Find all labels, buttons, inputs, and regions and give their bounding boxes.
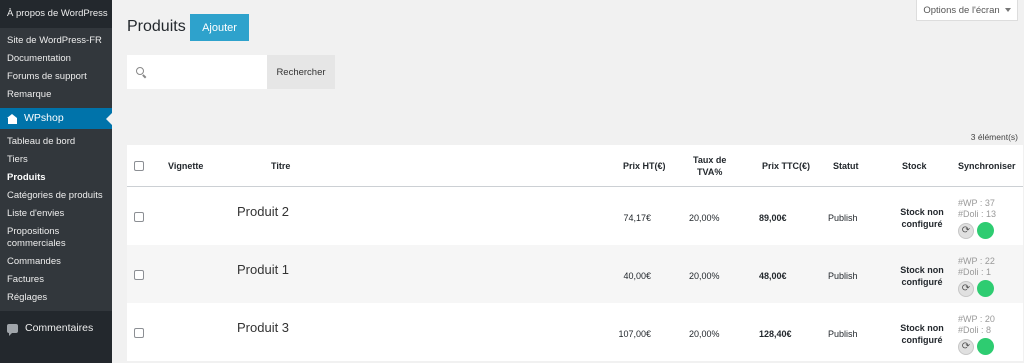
doli-id: #Doli : 1 [958,267,992,277]
sidebar-item-wpshop[interactable]: WPshop [0,108,112,129]
add-product-button[interactable]: Ajouter [190,14,249,41]
refresh-icon[interactable]: ⟳ [958,338,974,355]
row-checkbox[interactable] [134,328,144,338]
sync-status-dot [977,280,994,297]
column-tva-line1: Taux de [693,155,727,165]
column-title[interactable]: Titre [271,161,290,171]
search-icon [136,67,144,75]
refresh-icon[interactable]: ⟳ [958,222,974,239]
stock-status: Stock non configuré [897,264,947,288]
stock-status-line1: Stock non [900,323,944,333]
product-title-link[interactable]: Produit 2 [237,204,289,219]
sync-cell: #WP : 37 #Doli : 13 ⟳ [958,198,996,239]
wp-id: #WP : 20 [958,314,995,324]
screen-options-button[interactable]: Options de l'écran [916,0,1018,21]
stock-status-line2: configuré [901,335,943,345]
search-button[interactable]: Rechercher [267,55,335,89]
stock-status-line2: configuré [901,219,943,229]
stock-status: Stock non configuré [897,322,947,346]
column-status: Statut [833,161,859,171]
price-ht: 107,00€ [618,329,651,339]
submenu-products[interactable]: Produits [0,169,112,187]
shop-icon [7,113,18,124]
products-table: Vignette Titre Prix HT(€) Taux de TVA% P… [127,145,1023,361]
row-checkbox[interactable] [134,270,144,280]
comments-icon [7,323,18,336]
column-thumbnail: Vignette [168,161,204,171]
status-text: Publish [828,271,858,281]
sync-cell: #WP : 20 #Doli : 8 ⟳ [958,314,995,355]
product-title-link[interactable]: Produit 1 [237,262,289,277]
price-ttc: 48,00€ [759,271,787,281]
submenu-orders[interactable]: Commandes [0,253,112,271]
sidebar-item-comments-label: Commentaires [25,322,94,334]
submenu-dashboard[interactable]: Tableau de bord [0,133,112,151]
stock-status: Stock non configuré [897,206,947,230]
sync-controls: ⟳ [958,222,996,239]
search-box [127,55,267,89]
column-price-ht[interactable]: Prix HT(€) [623,161,666,171]
sync-controls: ⟳ [958,280,995,297]
submenu-product-categories[interactable]: Catégories de produits [0,187,112,205]
wp-id: #WP : 37 [958,198,995,208]
doli-id: #Doli : 8 [958,325,992,335]
tva-rate: 20,00% [689,213,720,223]
column-tva[interactable]: Taux de TVA% [693,154,726,178]
product-title-link[interactable]: Produit 3 [237,320,289,335]
column-sync: Synchroniser [958,161,1016,171]
tva-rate: 20,00% [689,329,720,339]
row-checkbox[interactable] [134,212,144,222]
doli-id: #Doli : 13 [958,209,997,219]
active-indicator [106,113,112,125]
screen-options-label: Options de l'écran [923,4,1000,16]
column-stock: Stock [902,161,927,171]
submenu-proposals[interactable]: Propositions commerciales [0,223,112,253]
admin-sidebar: À propos de WordPress Site de WordPress-… [0,0,112,363]
submenu-invoices[interactable]: Factures [0,271,112,289]
sidebar-link-feedback[interactable]: Remarque [0,86,112,104]
stock-status-line2: configuré [901,277,943,287]
item-count: 3 élément(s) [970,132,1018,142]
search-input[interactable] [151,63,261,81]
table-row: Produit 2 74,17€ 20,00% 89,00€ Publish S… [127,187,1023,245]
sync-controls: ⟳ [958,338,995,355]
refresh-icon[interactable]: ⟳ [958,280,974,297]
status-text: Publish [828,329,858,339]
price-ht: 74,17€ [623,213,651,223]
tva-rate: 20,00% [689,271,720,281]
price-ttc: 128,40€ [759,329,792,339]
stock-status-line1: Stock non [900,207,944,217]
caret-down-icon [1004,8,1011,12]
wp-id: #WP : 22 [958,256,995,266]
sidebar-link-documentation[interactable]: Documentation [0,50,112,68]
sidebar-item-comments[interactable]: Commentaires [0,317,112,339]
wordpress-links: Site de WordPress-FR Documentation Forum… [0,28,112,108]
submenu-wishlist[interactable]: Liste d'envies [0,205,112,223]
about-wordpress-link[interactable]: À propos de WordPress [0,0,112,28]
column-price-ttc[interactable]: Prix TTC(€) [762,161,810,171]
sync-status-dot [977,338,994,355]
table-header: Vignette Titre Prix HT(€) Taux de TVA% P… [127,145,1023,187]
submenu-settings[interactable]: Réglages [0,289,112,307]
table-row: Produit 1 40,00€ 20,00% 48,00€ Publish S… [127,245,1023,303]
select-all-checkbox[interactable] [134,161,144,171]
sync-cell: #WP : 22 #Doli : 1 ⟳ [958,256,995,297]
column-tva-line2: TVA% [697,167,723,177]
status-text: Publish [828,213,858,223]
price-ht: 40,00€ [623,271,651,281]
submenu-third-parties[interactable]: Tiers [0,151,112,169]
stock-status-line1: Stock non [900,265,944,275]
sidebar-link-forums[interactable]: Forums de support [0,68,112,86]
table-row: Produit 3 107,00€ 20,00% 128,40€ Publish… [127,303,1023,361]
sidebar-item-wpshop-label: WPshop [24,112,64,124]
price-ttc: 89,00€ [759,213,787,223]
page-title: Produits [127,18,186,35]
sidebar-link-site[interactable]: Site de WordPress-FR [0,32,112,50]
sync-status-dot [977,222,994,239]
wpshop-submenu: Tableau de bord Tiers Produits Catégorie… [0,129,112,311]
